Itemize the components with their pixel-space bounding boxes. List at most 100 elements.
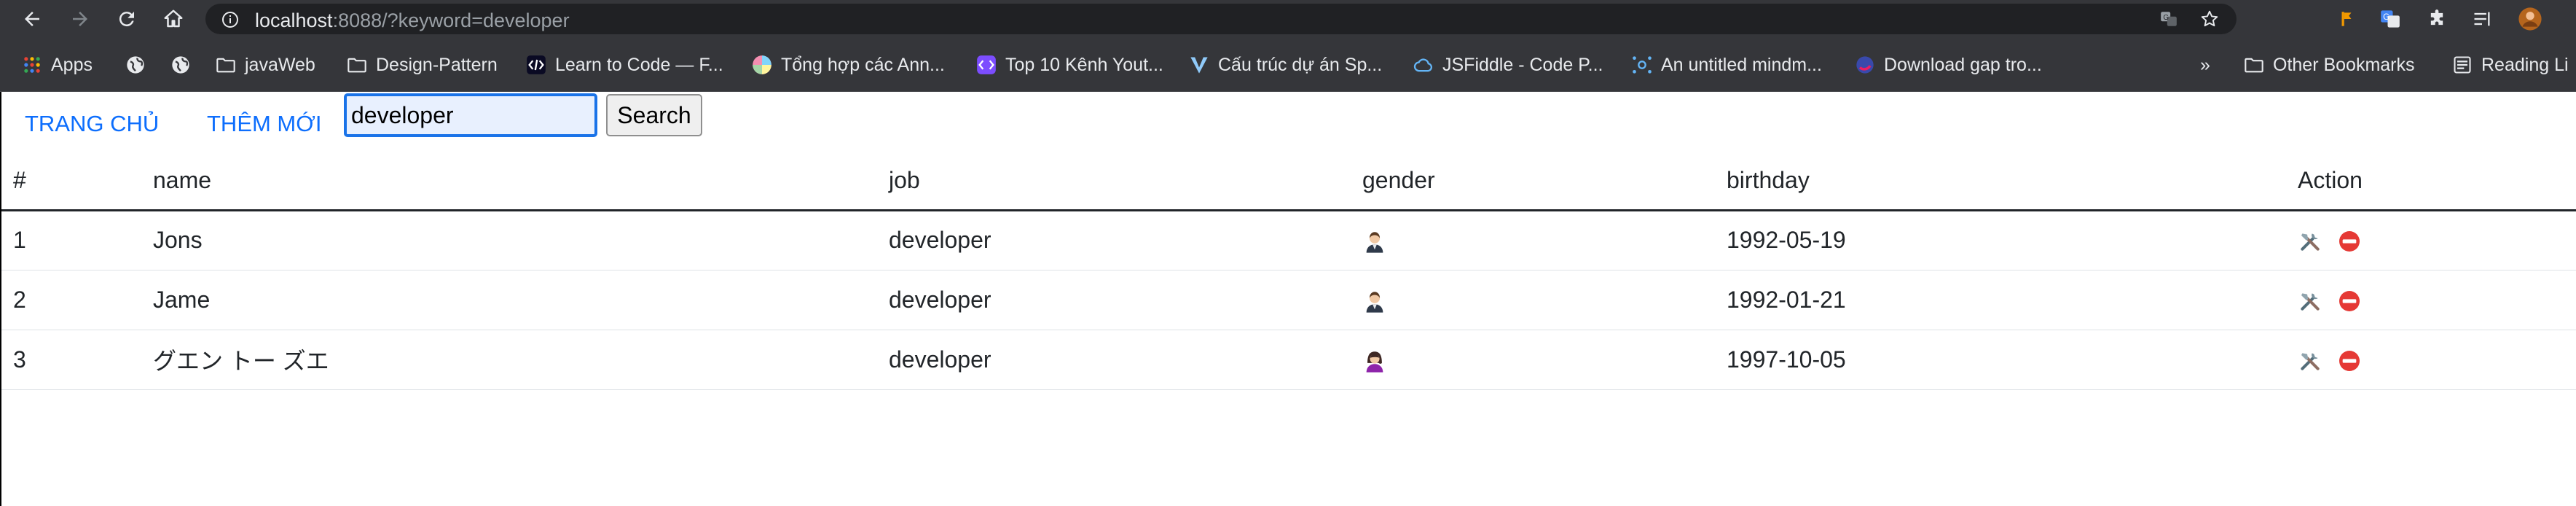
table-header-row: # name job gender birthday Action bbox=[1, 152, 2576, 211]
cell-id: 3 bbox=[1, 330, 141, 390]
bookmark-item[interactable]: Download gap tro... bbox=[1855, 50, 2042, 79]
reading-list-icon bbox=[2452, 55, 2473, 75]
bookmark-folder[interactable]: Design-Pattern bbox=[347, 50, 498, 79]
svg-text:G: G bbox=[2383, 12, 2390, 22]
cell-id: 2 bbox=[1, 270, 141, 330]
male-person-icon bbox=[1362, 289, 1387, 314]
table-row: 2 Jame developer 1992-01-21 bbox=[1, 270, 2576, 330]
mindmap-icon bbox=[1632, 55, 1652, 75]
male-person-icon bbox=[1362, 229, 1387, 254]
extensions-puzzle-icon[interactable] bbox=[2424, 7, 2449, 31]
bookmark-label: javaWeb bbox=[245, 54, 315, 75]
delete-no-entry-icon[interactable] bbox=[2337, 349, 2362, 373]
site-info-icon[interactable] bbox=[221, 11, 239, 32]
cell-birthday: 1997-10-05 bbox=[1715, 330, 2286, 390]
color-wheel-icon bbox=[752, 55, 772, 75]
nav-add-new-link[interactable]: THÊM MỚI bbox=[207, 111, 321, 137]
reload-icon[interactable] bbox=[112, 4, 141, 34]
folder-icon bbox=[216, 55, 236, 75]
url-text[interactable]: localhost:8088/?keyword=developer bbox=[255, 9, 570, 32]
star-icon[interactable] bbox=[2199, 8, 2220, 30]
bookmark-flag-icon[interactable] bbox=[2334, 7, 2359, 31]
cell-birthday: 1992-01-21 bbox=[1715, 270, 2286, 330]
apps-grid-icon bbox=[22, 55, 42, 75]
other-bookmarks-folder[interactable]: Other Bookmarks bbox=[2244, 50, 2415, 79]
search-input[interactable] bbox=[344, 93, 597, 137]
cell-job: developer bbox=[877, 270, 1351, 330]
bookmark-label: An untitled mindm... bbox=[1661, 54, 1822, 75]
bookmark-label: JSFiddle - Code P... bbox=[1442, 54, 1603, 75]
bookmark-label: Design-Pattern bbox=[376, 54, 498, 75]
cell-name: グエン トー ズエ bbox=[141, 330, 877, 390]
delete-no-entry-icon[interactable] bbox=[2337, 289, 2362, 314]
svg-text:G: G bbox=[2163, 14, 2169, 22]
cell-name: Jons bbox=[141, 210, 877, 270]
cell-gender bbox=[1351, 270, 1715, 330]
page-content: TRANG CHỦ THÊM MỚI Search # name job gen… bbox=[0, 92, 2576, 506]
cell-job: developer bbox=[877, 330, 1351, 390]
cell-birthday: 1992-05-19 bbox=[1715, 210, 2286, 270]
bookmark-item[interactable] bbox=[125, 50, 146, 79]
bookmark-label: Tổng hợp các Ann... bbox=[781, 54, 945, 75]
users-table: # name job gender birthday Action 1 Jons… bbox=[1, 152, 2576, 390]
globe-icon bbox=[170, 55, 191, 75]
code-badge-icon bbox=[976, 55, 997, 75]
globe-icon bbox=[125, 55, 146, 75]
edit-tools-icon[interactable] bbox=[2298, 289, 2322, 314]
google-translate-icon[interactable]: G bbox=[2378, 7, 2403, 31]
column-header-action: Action bbox=[2286, 152, 2576, 211]
forward-icon[interactable] bbox=[66, 4, 95, 34]
bookmark-item[interactable]: An untitled mindm... bbox=[1632, 50, 1822, 79]
cell-gender bbox=[1351, 210, 1715, 270]
edit-tools-icon[interactable] bbox=[2298, 349, 2322, 373]
bookmark-label: Apps bbox=[51, 54, 93, 75]
column-header-id: # bbox=[1, 152, 141, 211]
cell-action bbox=[2286, 330, 2576, 390]
profile-avatar-icon[interactable] bbox=[2518, 7, 2542, 31]
bookmarks-overflow-button[interactable]: » bbox=[2200, 50, 2210, 79]
delete-no-entry-icon[interactable] bbox=[2337, 229, 2362, 254]
bookmark-label: Learn to Code — F... bbox=[555, 54, 723, 75]
table-row: 1 Jons developer 1992-05-19 bbox=[1, 210, 2576, 270]
v-logo-icon bbox=[1189, 55, 1209, 75]
column-header-birthday: birthday bbox=[1715, 152, 2286, 211]
address-bar[interactable]: localhost:8088/?keyword=developer G bbox=[205, 4, 2237, 34]
bookmark-item[interactable] bbox=[170, 50, 191, 79]
column-header-gender: gender bbox=[1351, 152, 1715, 211]
cell-id: 1 bbox=[1, 210, 141, 270]
bookmark-label: Download gap tro... bbox=[1884, 54, 2042, 75]
bookmark-label: Cấu trúc dự án Sp... bbox=[1218, 54, 1383, 75]
bookmark-item[interactable]: Apps bbox=[22, 50, 93, 79]
home-icon[interactable] bbox=[159, 4, 188, 34]
translate-icon[interactable]: G bbox=[2158, 8, 2180, 30]
overflow-chevron: » bbox=[2200, 54, 2210, 75]
bookmark-item[interactable]: Cấu trúc dự án Sp... bbox=[1189, 50, 1382, 79]
table-row: 3 グエン トー ズエ developer 1997-10-05 bbox=[1, 330, 2576, 390]
code-badge-icon bbox=[526, 55, 546, 75]
reading-queue-icon[interactable] bbox=[2470, 7, 2494, 31]
bookmark-item[interactable]: Top 10 Kênh Yout... bbox=[976, 50, 1163, 79]
cell-action bbox=[2286, 270, 2576, 330]
folder-icon bbox=[2244, 55, 2264, 75]
bookmark-item[interactable]: JSFiddle - Code P... bbox=[1413, 50, 1603, 79]
bookmark-label: Top 10 Kênh Yout... bbox=[1005, 54, 1163, 75]
column-header-job: job bbox=[877, 152, 1351, 211]
cell-action bbox=[2286, 210, 2576, 270]
back-icon[interactable] bbox=[17, 4, 47, 34]
reading-list-button[interactable]: Reading Li bbox=[2452, 50, 2569, 79]
bookmark-folder[interactable]: javaWeb bbox=[216, 50, 315, 79]
cell-gender bbox=[1351, 330, 1715, 390]
browser-toolbar: localhost:8088/?keyword=developer G G bbox=[0, 0, 2576, 38]
swirl-icon bbox=[1855, 55, 1875, 75]
url-host: localhost bbox=[255, 9, 333, 31]
female-person-icon bbox=[1362, 349, 1387, 373]
bookmark-label: Other Bookmarks bbox=[2273, 54, 2415, 75]
cell-name: Jame bbox=[141, 270, 877, 330]
bookmark-item[interactable]: Learn to Code — F... bbox=[526, 50, 723, 79]
search-button[interactable]: Search bbox=[606, 94, 702, 136]
edit-tools-icon[interactable] bbox=[2298, 229, 2322, 254]
cell-job: developer bbox=[877, 210, 1351, 270]
nav-home-link[interactable]: TRANG CHỦ bbox=[25, 111, 159, 137]
bookmark-item[interactable]: Tổng hợp các Ann... bbox=[752, 50, 945, 79]
column-header-name: name bbox=[141, 152, 877, 211]
